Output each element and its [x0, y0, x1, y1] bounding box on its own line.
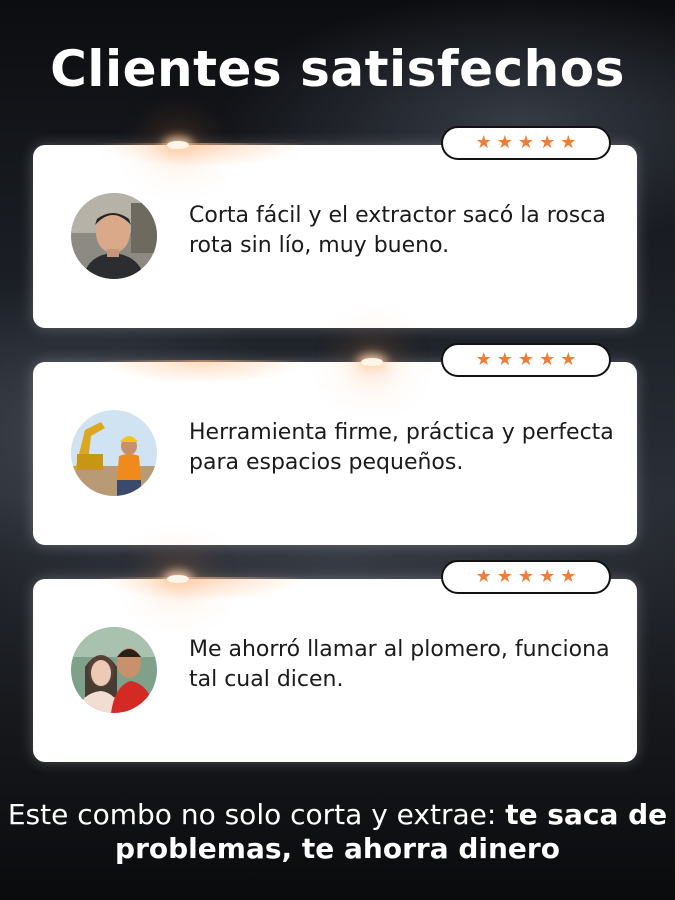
star-icon: ★ — [539, 349, 556, 370]
glow-highlight — [361, 358, 383, 366]
star-icon: ★ — [560, 132, 577, 153]
star-icon: ★ — [560, 349, 577, 370]
man-portrait-avatar — [71, 193, 157, 279]
star-icon: ★ — [517, 566, 535, 587]
footer-text-regular: Este combo no solo corta y extrae: — [7, 798, 506, 831]
star-rating: ★ ★ ★ ★ ★ — [441, 343, 611, 377]
star-rating: ★ ★ ★ ★ ★ — [441, 126, 611, 160]
review-card: ★ ★ ★ ★ ★ Herramienta firme, práctica y … — [33, 343, 637, 545]
star-icon: ★ — [496, 349, 513, 370]
glow-highlight — [167, 575, 189, 583]
star-icon: ★ — [475, 566, 492, 587]
couple-portrait-avatar — [71, 627, 157, 713]
review-card: ★ ★ ★ ★ ★ Me ahorró llamar al plomero, f… — [33, 560, 637, 762]
review-text: Herramienta firme, práctica y perfecta p… — [189, 420, 614, 475]
star-icon: ★ — [517, 132, 535, 153]
star-icon: ★ — [475, 349, 492, 370]
star-icon: ★ — [560, 566, 577, 587]
star-icon: ★ — [475, 132, 492, 153]
review-text: Me ahorró llamar al plomero, funciona ta… — [189, 637, 610, 692]
star-icon: ★ — [496, 566, 513, 587]
worker-excavator-avatar — [71, 410, 157, 496]
star-icon: ★ — [539, 132, 556, 153]
star-icon: ★ — [539, 566, 556, 587]
page-title: Clientes satisfechos — [50, 40, 625, 98]
star-icon: ★ — [517, 349, 535, 370]
glow-highlight — [167, 141, 189, 149]
footer-message: Este combo no solo corta y extrae: te sa… — [0, 798, 675, 866]
review-card: ★ ★ ★ ★ ★ Corta fácil y el extractor sac… — [33, 126, 637, 328]
star-icon: ★ — [496, 132, 513, 153]
star-rating: ★ ★ ★ ★ ★ — [441, 560, 611, 594]
review-text: Corta fácil y el extractor sacó la rosca… — [189, 203, 606, 258]
